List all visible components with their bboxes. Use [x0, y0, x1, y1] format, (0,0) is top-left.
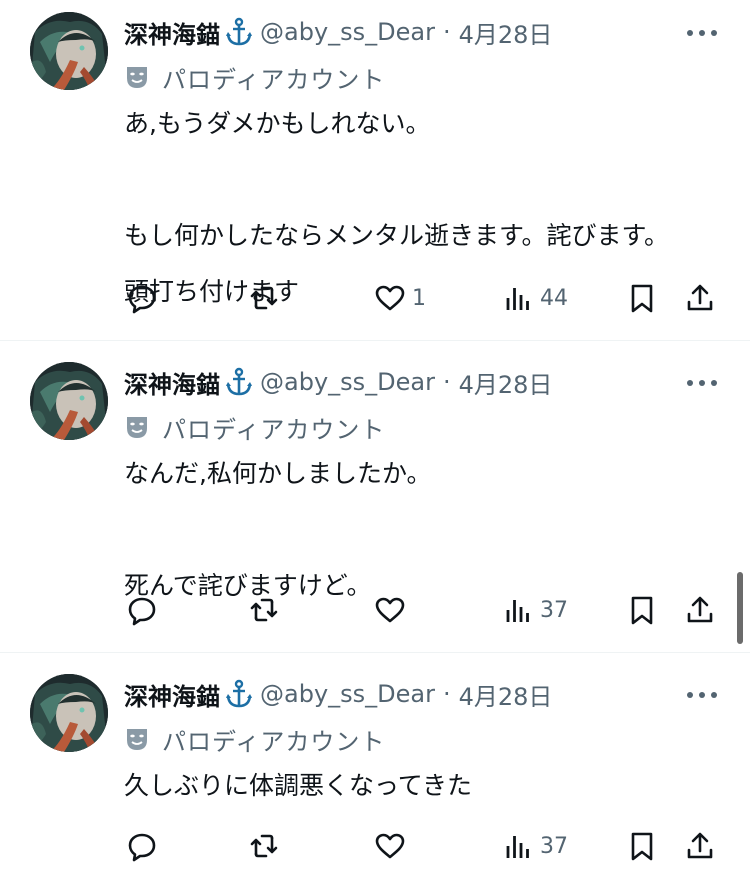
bookmark-button[interactable]: [626, 590, 658, 630]
share-icon: [687, 596, 713, 623]
separator-dot: ·: [442, 680, 451, 708]
like-button[interactable]: 1: [374, 278, 426, 318]
tweet[interactable]: 深神海錨 @aby_ss_Dear · 4月28日 パロディアカウント: [0, 662, 750, 876]
bookmark-button[interactable]: [626, 826, 658, 866]
more-icon[interactable]: [684, 375, 720, 391]
views-button[interactable]: 44: [502, 278, 568, 318]
reply-icon: [128, 285, 156, 314]
parody-account-label: パロディアカウント: [162, 727, 386, 756]
bookmark-icon: [631, 832, 653, 861]
tweet-header: 深神海錨 @aby_ss_Dear · 4月28日: [124, 14, 552, 50]
share-icon: [687, 832, 713, 859]
more-icon[interactable]: [684, 687, 720, 703]
user-handle[interactable]: @aby_ss_Dear: [260, 680, 435, 708]
parody-mask-icon: [127, 67, 147, 88]
reply-icon: [128, 597, 156, 626]
like-icon: [375, 285, 405, 311]
like-button[interactable]: [374, 590, 412, 630]
tweet[interactable]: 深神海錨 @aby_ss_Dear · 4月28日 パロディアカウント: [0, 350, 750, 652]
avatar[interactable]: [30, 362, 108, 440]
share-button[interactable]: [684, 278, 716, 318]
views-icon: [506, 836, 529, 858]
retweet-button[interactable]: [248, 590, 286, 630]
views-button[interactable]: 37: [502, 826, 568, 866]
tweet-divider: [0, 652, 750, 653]
tweet-text-line: あ,もうダメかもしれない。: [124, 109, 431, 138]
tweet-actions: 1 44: [124, 278, 724, 318]
tweet-date[interactable]: 4月28日: [459, 15, 553, 50]
display-name[interactable]: 深神海錨: [124, 15, 220, 50]
views-icon: [506, 600, 529, 622]
tweet[interactable]: 深神海錨 @aby_ss_Dear · 4月28日 パロディアカウント: [0, 0, 750, 340]
anchor-icon: [226, 679, 252, 708]
like-count: 1: [412, 285, 426, 311]
view-count: 44: [540, 285, 568, 311]
tweet-text-line: [124, 152, 669, 208]
tweet-date[interactable]: 4月28日: [459, 365, 553, 400]
avatar[interactable]: [30, 674, 108, 752]
retweet-button[interactable]: [248, 826, 286, 866]
tweet-divider: [0, 340, 750, 341]
reply-button[interactable]: [126, 590, 164, 630]
views-button[interactable]: 37: [502, 590, 568, 630]
tweet-text: なんだ,私何かしましたか。 死んで詫びますけど。: [124, 446, 431, 614]
share-icon: [687, 284, 713, 311]
tweet-text-line: 久しぶりに体調悪くなってきた: [124, 771, 473, 800]
bookmark-icon: [631, 284, 653, 313]
share-button[interactable]: [684, 826, 716, 866]
parody-account-label: パロディアカウント: [162, 65, 386, 94]
tweet-header: 深神海錨 @aby_ss_Dear · 4月28日: [124, 364, 552, 400]
parody-mask-icon: [127, 729, 147, 750]
bookmark-button[interactable]: [626, 278, 658, 318]
reply-icon: [128, 833, 156, 862]
tweet-date[interactable]: 4月28日: [459, 677, 553, 712]
tweet-actions: 37: [124, 826, 724, 866]
parody-account-label: パロディアカウント: [162, 415, 386, 444]
like-button[interactable]: [374, 826, 412, 866]
parody-mask-icon: [127, 417, 147, 438]
user-handle[interactable]: @aby_ss_Dear: [260, 18, 435, 46]
reply-button[interactable]: [126, 278, 164, 318]
view-count: 37: [540, 833, 568, 859]
share-button[interactable]: [684, 590, 716, 630]
separator-dot: ·: [442, 368, 451, 396]
tweet-header: 深神海錨 @aby_ss_Dear · 4月28日: [124, 676, 552, 712]
parody-label: パロディアカウント: [124, 61, 386, 94]
tweet-text-line: もし何かしたならメンタル逝きます。詫びます。: [124, 221, 670, 250]
retweet-icon: [250, 834, 278, 858]
scrollbar[interactable]: [737, 572, 743, 644]
avatar[interactable]: [30, 12, 108, 90]
parody-label: パロディアカウント: [124, 723, 386, 756]
retweet-button[interactable]: [248, 278, 286, 318]
separator-dot: ·: [442, 18, 451, 46]
tweet-text: 久しぶりに体調悪くなってきた: [124, 758, 472, 814]
more-icon[interactable]: [684, 25, 720, 41]
views-icon: [506, 288, 529, 310]
like-icon: [375, 597, 405, 623]
view-count: 37: [540, 597, 568, 623]
bookmark-icon: [631, 596, 653, 625]
retweet-icon: [250, 286, 278, 310]
tweet-actions: 37: [124, 590, 724, 630]
tweet-text-line: なんだ,私何かしましたか。: [124, 459, 432, 488]
display-name[interactable]: 深神海錨: [124, 365, 220, 400]
anchor-icon: [226, 17, 252, 46]
display-name[interactable]: 深神海錨: [124, 677, 220, 712]
retweet-icon: [250, 598, 278, 622]
tweet-text-line: [124, 502, 431, 558]
parody-label: パロディアカウント: [124, 411, 386, 444]
like-icon: [375, 833, 405, 859]
reply-button[interactable]: [126, 826, 164, 866]
user-handle[interactable]: @aby_ss_Dear: [260, 368, 435, 396]
anchor-icon: [226, 367, 252, 396]
